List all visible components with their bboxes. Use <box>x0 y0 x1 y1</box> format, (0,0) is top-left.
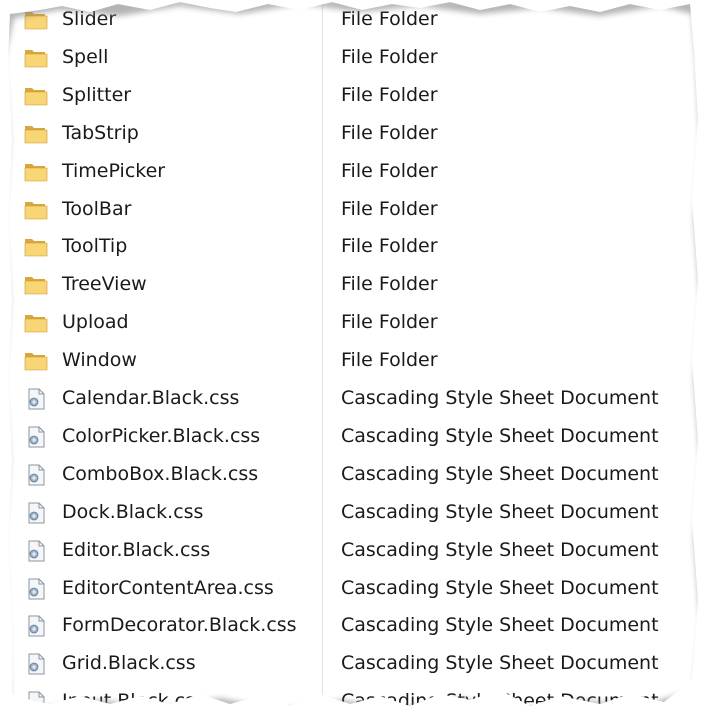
css-file-icon <box>24 577 48 601</box>
file-row[interactable]: Dock.Black.css Cascading Style Sheet Docu… <box>20 494 700 532</box>
folder-row[interactable]: Upload File Folder <box>20 304 700 342</box>
folder-icon <box>24 84 48 108</box>
item-name: Dock.Black.css <box>62 500 204 523</box>
folder-row[interactable]: Splitter File Folder <box>20 77 700 115</box>
item-type: File Folder <box>341 349 438 372</box>
folder-icon <box>24 311 48 335</box>
folder-row[interactable]: TabStrip File Folder <box>20 115 700 153</box>
folder-icon <box>24 46 48 70</box>
folder-icon <box>24 8 48 32</box>
item-name: EditorContentArea.css <box>62 576 274 599</box>
file-row[interactable]: FormDecorator.Black.css Cascading Style S… <box>20 607 700 645</box>
item-type: File Folder <box>341 273 438 296</box>
file-row[interactable]: Editor.Black.css Cascading Style Sheet Do… <box>20 532 700 570</box>
item-name: Spell <box>62 45 109 68</box>
item-type: Cascading Style Sheet Document <box>341 424 659 447</box>
file-row[interactable]: ComboBox.Black.css Cascading Style Sheet … <box>20 456 700 494</box>
folder-icon <box>24 160 48 184</box>
item-type: File Folder <box>341 121 438 144</box>
folder-row[interactable]: ToolBar File Folder <box>20 191 700 229</box>
css-file-icon <box>24 614 48 638</box>
folder-icon <box>24 122 48 146</box>
file-row[interactable]: Grid.Black.css Cascading Style Sheet Docu… <box>20 645 700 683</box>
folder-icon <box>24 349 48 373</box>
item-name: TimePicker <box>62 159 166 182</box>
item-type: File Folder <box>341 311 438 334</box>
item-type: Cascading Style Sheet Document <box>341 462 659 485</box>
item-name: Grid.Black.css <box>62 652 196 675</box>
item-name: Editor.Black.css <box>62 538 211 561</box>
item-type: File Folder <box>341 8 438 30</box>
item-type: File Folder <box>341 235 438 258</box>
css-file-icon <box>24 387 48 411</box>
item-name: Window <box>62 349 137 372</box>
item-type: File Folder <box>341 159 438 182</box>
item-name: TabStrip <box>62 121 139 144</box>
css-file-icon <box>24 652 48 676</box>
folder-icon <box>24 235 48 259</box>
file-list-screenshot: Slider File Folder Spell File Folder Splitte… <box>0 0 707 717</box>
folder-row[interactable]: TimePicker File Folder <box>20 153 700 191</box>
item-type: Cascading Style Sheet Document <box>341 538 659 561</box>
item-name: Input.Black.css <box>62 690 205 713</box>
file-row[interactable]: ColorPicker.Black.css Cascading Style She… <box>20 418 700 456</box>
file-row[interactable]: Calendar.Black.css Cascading Style Sheet … <box>20 380 700 418</box>
css-file-icon <box>24 463 48 487</box>
folder-row[interactable]: Spell File Folder <box>20 39 700 77</box>
file-row[interactable]: EditorContentArea.css Cascading Style She… <box>20 570 700 608</box>
css-file-icon <box>24 425 48 449</box>
item-type: Cascading Style Sheet Document <box>341 652 659 675</box>
item-name: Splitter <box>62 83 132 106</box>
folder-row[interactable]: Window File Folder <box>20 342 700 380</box>
item-type: Cascading Style Sheet Document <box>341 387 659 409</box>
file-row[interactable]: Input.Black.css Cascading Style Sheet Doc… <box>20 683 700 717</box>
folder-icon <box>24 273 48 297</box>
item-name: Upload <box>62 311 129 334</box>
item-name: Slider <box>62 8 117 30</box>
item-name: ToolTip <box>62 235 128 258</box>
item-type: File Folder <box>341 45 438 68</box>
css-file-icon <box>24 690 48 714</box>
item-name: TreeView <box>62 273 147 296</box>
folder-row[interactable]: Slider File Folder <box>20 1 700 39</box>
item-name: Calendar.Black.css <box>62 387 240 409</box>
item-type: Cascading Style Sheet Document <box>341 614 659 637</box>
item-name: ComboBox.Black.css <box>62 462 259 485</box>
folder-row[interactable]: TreeView File Folder <box>20 266 700 304</box>
folder-icon <box>24 198 48 222</box>
css-file-icon <box>24 501 48 525</box>
item-name: ColorPicker.Black.css <box>62 424 261 447</box>
item-type: Cascading Style Sheet Document <box>341 576 659 599</box>
file-list: Slider File Folder Spell File Folder Splitte… <box>20 0 700 717</box>
item-type: Cascading Style Sheet Document <box>341 690 659 713</box>
css-file-icon <box>24 539 48 563</box>
item-type: File Folder <box>341 197 438 220</box>
item-name: ToolBar <box>62 197 132 220</box>
item-type: File Folder <box>341 83 438 106</box>
folder-row[interactable]: ToolTip File Folder <box>20 228 700 266</box>
item-name: FormDecorator.Black.css <box>62 614 297 637</box>
item-type: Cascading Style Sheet Document <box>341 500 659 523</box>
